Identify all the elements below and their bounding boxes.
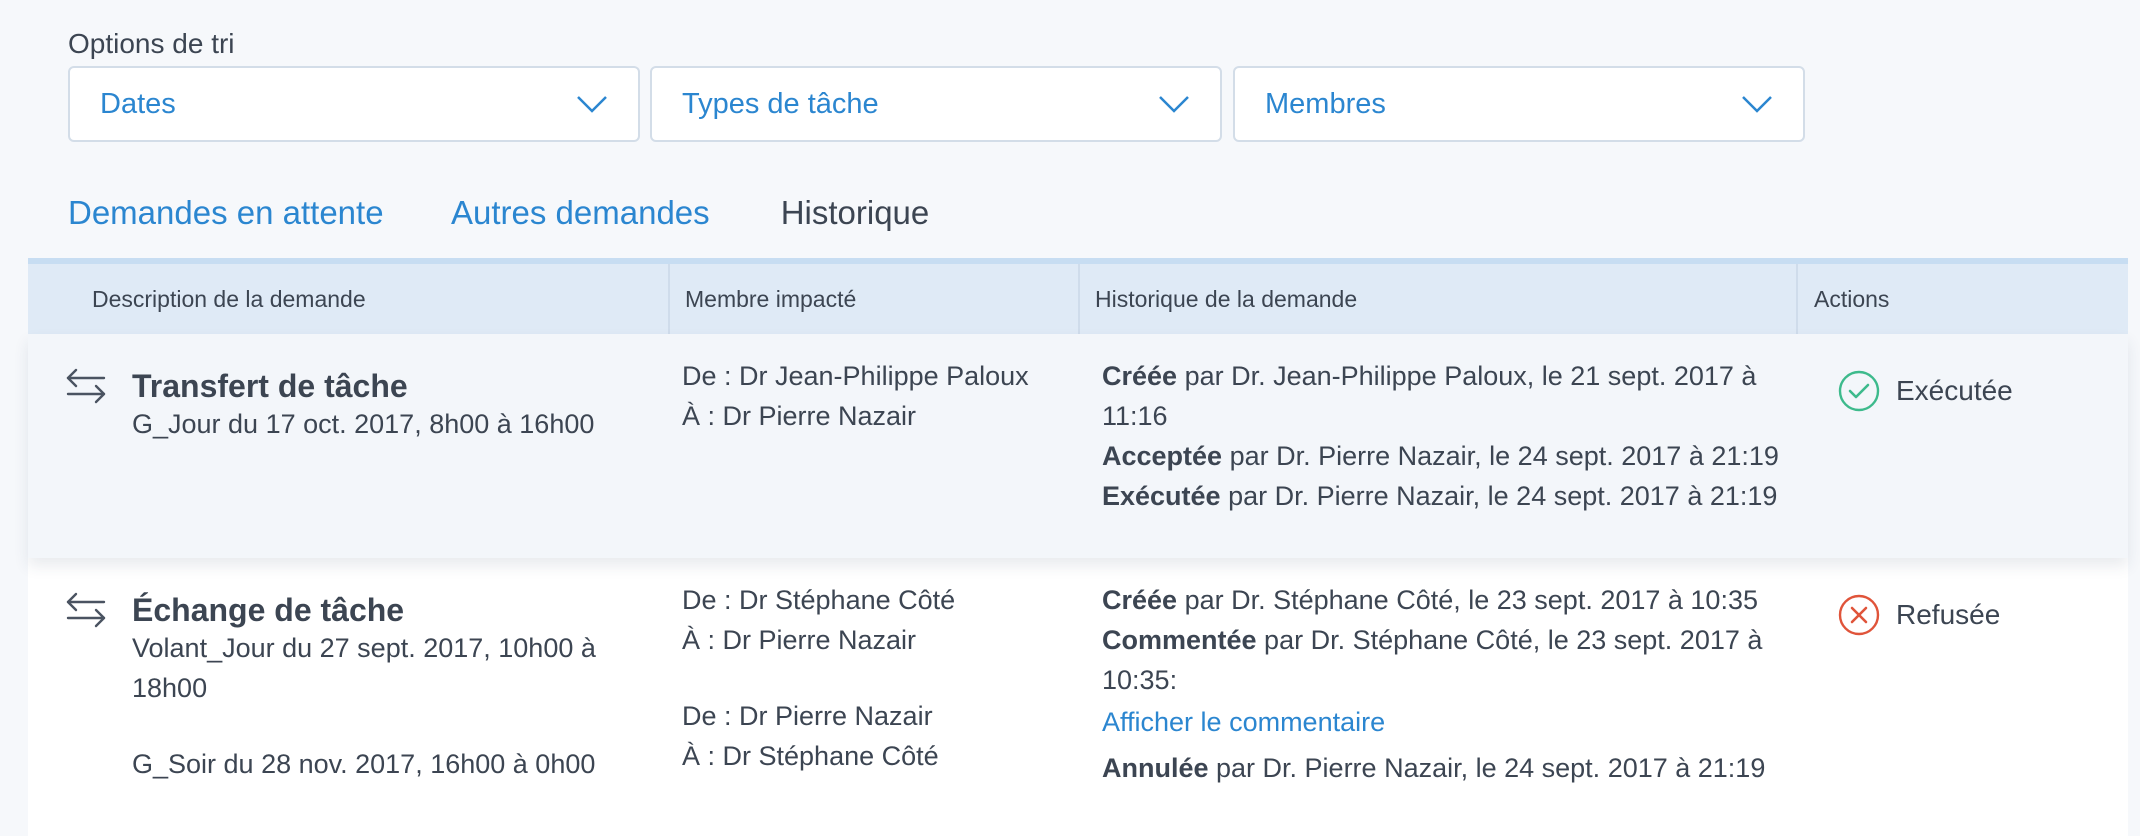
request-detail: G_Soir du 28 nov. 2017, 16h00 à 0h00 (132, 749, 596, 779)
member-to: À : Dr Pierre Nazair (682, 401, 917, 431)
x-circle-icon (1838, 594, 1880, 636)
chevron-down-icon (1159, 96, 1189, 113)
status-label: Exécutée (1896, 375, 2013, 406)
header-divider (668, 264, 670, 334)
members-dropdown[interactable]: Membres (1233, 66, 1805, 142)
chevron-down-icon (577, 96, 607, 113)
tab-pending-requests[interactable]: Demandes en attente (68, 180, 384, 264)
history-entry: Annulée par Dr. Pierre Nazair, le 24 sep… (1102, 753, 1766, 783)
header-description: Description de la demande (92, 286, 366, 312)
table-header: Description de la demande Membre impacté… (28, 264, 2128, 334)
member-from: De : Dr Jean-Philippe Paloux (682, 361, 1029, 391)
header-actions: Actions (1814, 286, 1890, 312)
status-badge: Refusée (1838, 594, 2000, 636)
table-row: Échange de tâche Volant_Jour du 27 sept.… (28, 558, 2128, 836)
header-divider (1078, 264, 1080, 334)
request-detail: Volant_Jour du 27 sept. 2017, 10h00 à 18… (132, 633, 596, 703)
show-comment-link[interactable]: Afficher le commentaire (1102, 702, 1792, 742)
task-types-dropdown-label: Types de tâche (682, 87, 879, 120)
dates-dropdown-label: Dates (100, 87, 176, 120)
check-circle-icon (1838, 370, 1880, 412)
history-table: Description de la demande Membre impacté… (28, 264, 2128, 836)
status-badge: Exécutée (1838, 370, 2013, 412)
request-title: Transfert de tâche (132, 368, 408, 404)
history-entry: Créée par Dr. Jean-Philippe Paloux, le 2… (1102, 361, 1757, 431)
table-row: Transfert de tâche G_Jour du 17 oct. 201… (28, 334, 2128, 558)
chevron-down-icon (1742, 96, 1772, 113)
header-member: Membre impacté (685, 286, 857, 312)
header-history: Historique de la demande (1095, 286, 1358, 312)
member-from: De : Dr Stéphane Côté (682, 585, 956, 615)
members-dropdown-label: Membres (1265, 87, 1386, 120)
swap-arrows-icon (66, 368, 106, 404)
status-label: Refusée (1896, 599, 2001, 630)
history-entry: Commentée par Dr. Stéphane Côté, le 23 s… (1102, 625, 1763, 695)
request-history: Créée par Dr. Stéphane Côté, le 23 sept.… (1102, 580, 1792, 788)
history-entry: Créée par Dr. Stéphane Côté, le 23 sept.… (1102, 585, 1758, 615)
member-to: À : Dr Pierre Nazair (682, 625, 917, 655)
tab-history[interactable]: Historique (742, 180, 968, 264)
history-entry: Exécutée par Dr. Pierre Nazair, le 24 se… (1102, 481, 1778, 511)
member-to: À : Dr Stéphane Côté (682, 741, 939, 771)
dates-dropdown[interactable]: Dates (68, 66, 640, 142)
history-entry: Acceptée par Dr. Pierre Nazair, le 24 se… (1102, 441, 1779, 471)
tab-other-requests[interactable]: Autres demandes (451, 180, 710, 264)
task-types-dropdown[interactable]: Types de tâche (650, 66, 1222, 142)
request-tabs: Demandes en attente Autres demandes Hist… (0, 180, 2140, 264)
request-detail: G_Jour du 17 oct. 2017, 8h00 à 16h00 (132, 409, 595, 439)
request-title: Échange de tâche (132, 592, 405, 628)
sort-options-label: Options de tri (68, 28, 235, 59)
request-history: Créée par Dr. Jean-Philippe Paloux, le 2… (1102, 356, 1792, 516)
member-from: De : Dr Pierre Nazair (682, 701, 933, 731)
swap-arrows-icon (66, 592, 106, 628)
header-divider (1796, 264, 1798, 334)
